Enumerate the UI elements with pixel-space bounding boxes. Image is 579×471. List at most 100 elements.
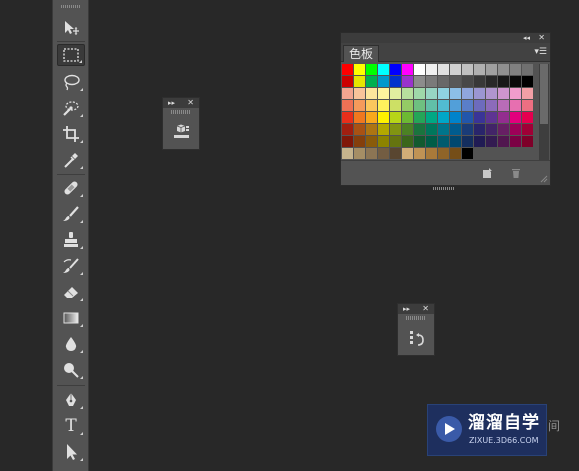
- swatch[interactable]: [414, 112, 425, 123]
- swatch[interactable]: [438, 76, 449, 87]
- swatch[interactable]: [354, 136, 365, 147]
- swatch[interactable]: [462, 124, 473, 135]
- swatch[interactable]: [342, 76, 353, 87]
- swatch[interactable]: [354, 64, 365, 75]
- swatch[interactable]: [450, 64, 461, 75]
- swatch[interactable]: [522, 88, 533, 99]
- swatch[interactable]: [342, 64, 353, 75]
- swatch[interactable]: [378, 124, 389, 135]
- swatch[interactable]: [378, 88, 389, 99]
- swatch[interactable]: [402, 136, 413, 147]
- swatch[interactable]: [390, 76, 401, 87]
- swatch[interactable]: [354, 148, 365, 159]
- move-tool[interactable]: [57, 17, 85, 39]
- quick-selection-tool[interactable]: [57, 97, 85, 119]
- swatch[interactable]: [366, 100, 377, 111]
- swatch[interactable]: [462, 136, 473, 147]
- swatch[interactable]: [486, 88, 497, 99]
- swatch[interactable]: [474, 124, 485, 135]
- new-swatch-button[interactable]: [480, 166, 494, 180]
- swatch-scrollbar[interactable]: [539, 64, 549, 161]
- path-selection-tool[interactable]: [57, 441, 85, 463]
- swatch[interactable]: [414, 76, 425, 87]
- swatch[interactable]: [426, 136, 437, 147]
- swatch[interactable]: [450, 148, 461, 159]
- swatch[interactable]: [366, 148, 377, 159]
- swatch[interactable]: [438, 88, 449, 99]
- swatch[interactable]: [354, 88, 365, 99]
- swatch[interactable]: [510, 64, 521, 75]
- swatch[interactable]: [354, 112, 365, 123]
- panel-grip[interactable]: [406, 316, 426, 320]
- swatch[interactable]: [402, 64, 413, 75]
- swatch[interactable]: [426, 100, 437, 111]
- rectangular-marquee-tool[interactable]: [57, 44, 85, 66]
- swatch[interactable]: [462, 64, 473, 75]
- swatch[interactable]: [378, 100, 389, 111]
- swatch[interactable]: [414, 124, 425, 135]
- swatch[interactable]: [342, 88, 353, 99]
- gradient-tool[interactable]: [57, 307, 85, 329]
- swatch[interactable]: [378, 148, 389, 159]
- blur-tool[interactable]: [57, 333, 85, 355]
- swatch[interactable]: [510, 100, 521, 111]
- eyedropper-tool[interactable]: [57, 149, 85, 171]
- swatch[interactable]: [342, 136, 353, 147]
- swatch[interactable]: [354, 124, 365, 135]
- swatch[interactable]: [414, 148, 425, 159]
- swatch[interactable]: [366, 88, 377, 99]
- swatch[interactable]: [510, 136, 521, 147]
- swatch[interactable]: [402, 148, 413, 159]
- swatch[interactable]: [438, 64, 449, 75]
- eraser-tool[interactable]: [57, 281, 85, 303]
- swatch[interactable]: [450, 124, 461, 135]
- swatch[interactable]: [486, 100, 497, 111]
- swatch[interactable]: [378, 64, 389, 75]
- swatch[interactable]: [522, 136, 533, 147]
- swatch[interactable]: [414, 136, 425, 147]
- swatch[interactable]: [426, 124, 437, 135]
- swatch[interactable]: [510, 124, 521, 135]
- swatch[interactable]: [390, 112, 401, 123]
- swatch[interactable]: [474, 64, 485, 75]
- swatch[interactable]: [390, 64, 401, 75]
- panel-header[interactable]: ▸▸ ✕: [163, 98, 199, 108]
- swatch[interactable]: [426, 64, 437, 75]
- swatch[interactable]: [426, 76, 437, 87]
- panel-menu-icon[interactable]: ▾☰: [534, 47, 547, 57]
- clone-stamp-tool[interactable]: [57, 229, 85, 251]
- panel-resize-grip[interactable]: [433, 187, 455, 190]
- swatch[interactable]: [474, 112, 485, 123]
- swatch[interactable]: [414, 88, 425, 99]
- swatch[interactable]: [498, 136, 509, 147]
- swatch[interactable]: [462, 112, 473, 123]
- swatch[interactable]: [474, 76, 485, 87]
- swatch[interactable]: [486, 76, 497, 87]
- swatch[interactable]: [366, 124, 377, 135]
- dodge-tool[interactable]: [57, 359, 85, 381]
- delete-swatch-button[interactable]: [509, 166, 523, 180]
- swatch[interactable]: [474, 136, 485, 147]
- swatch[interactable]: [462, 76, 473, 87]
- swatch[interactable]: [510, 112, 521, 123]
- swatch[interactable]: [414, 100, 425, 111]
- swatch[interactable]: [522, 124, 533, 135]
- swatch[interactable]: [498, 76, 509, 87]
- swatch[interactable]: [450, 100, 461, 111]
- swatch[interactable]: [450, 136, 461, 147]
- swatch[interactable]: [474, 88, 485, 99]
- swatch[interactable]: [498, 100, 509, 111]
- swatch[interactable]: [402, 76, 413, 87]
- swatch[interactable]: [510, 76, 521, 87]
- swatch[interactable]: [378, 76, 389, 87]
- swatch[interactable]: [474, 100, 485, 111]
- collapse-panel-icon[interactable]: ◂◂: [523, 33, 530, 43]
- swatch[interactable]: [402, 124, 413, 135]
- swatch[interactable]: [510, 88, 521, 99]
- lasso-tool[interactable]: [57, 71, 85, 93]
- swatch[interactable]: [426, 112, 437, 123]
- swatch[interactable]: [462, 100, 473, 111]
- swatch[interactable]: [342, 100, 353, 111]
- expand-panel-icon[interactable]: ▸▸: [168, 98, 175, 108]
- close-icon[interactable]: ✕: [187, 98, 194, 108]
